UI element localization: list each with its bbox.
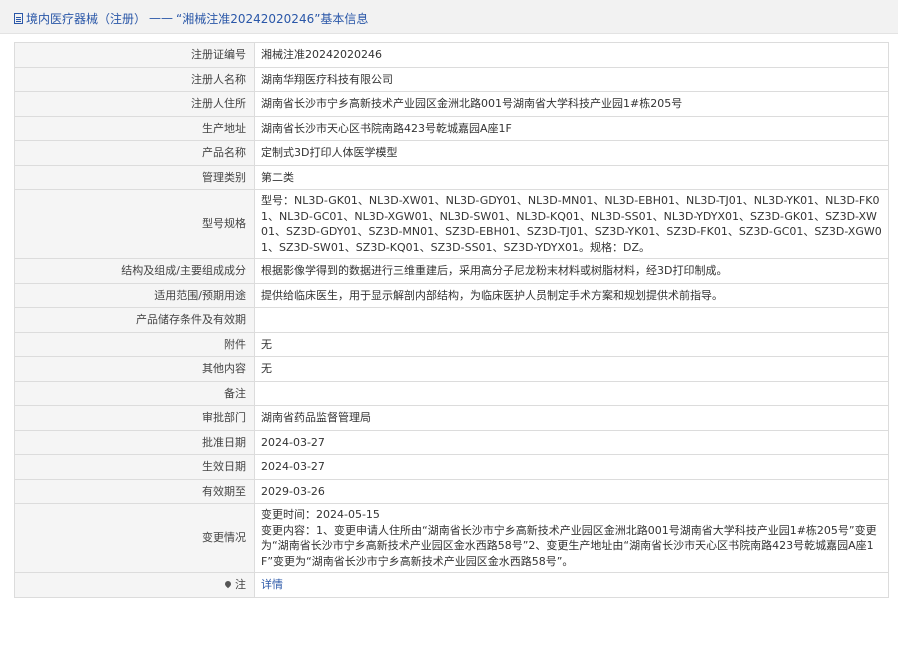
info-row: 注册人住所 湖南省长沙市宁乡高新技术产业园区金洲北路001号湖南省大学科技产业园…: [14, 91, 889, 117]
breadcrumb-root-link[interactable]: 境内医疗器械（注册）: [26, 10, 146, 27]
info-row: 有效期至 2029-03-26: [14, 478, 889, 504]
field-value: 无: [254, 331, 889, 357]
detail-link[interactable]: 详情: [261, 578, 283, 591]
field-label: 产品名称: [14, 140, 255, 166]
field-label: 批准日期: [14, 429, 255, 455]
info-row: 批准日期 2024-03-27: [14, 429, 889, 455]
info-row: 备注: [14, 380, 889, 406]
field-label: 审批部门: [14, 405, 255, 431]
field-label: 注册人名称: [14, 66, 255, 92]
field-value: 无: [254, 356, 889, 382]
pin-icon: [223, 579, 233, 589]
breadcrumb-separator: ——: [149, 11, 174, 25]
field-label: 生效日期: [14, 454, 255, 480]
field-value: 湖南省长沙市宁乡高新技术产业园区金洲北路001号湖南省大学科技产业园1#栋205…: [254, 91, 889, 117]
change-value: 变更时间：2024-05-15 变更内容：1、变更申请人住所由“湖南省长沙市宁乡高…: [254, 503, 889, 573]
field-value: [254, 380, 889, 406]
document-icon: [14, 12, 23, 24]
info-row: 审批部门 湖南省药品监督管理局: [14, 405, 889, 431]
info-row: 结构及组成/主要组成成分 根据影像学得到的数据进行三维重建后，采用高分子尼龙粉末…: [14, 258, 889, 284]
note-row: 注 详情: [14, 572, 889, 598]
field-label: 注册证编号: [14, 42, 255, 68]
field-value: 湘械注准20242020246: [254, 42, 889, 68]
field-label: 生产地址: [14, 115, 255, 141]
info-row: 生效日期 2024-03-27: [14, 454, 889, 480]
page-title: “湘械注准20242020246”基本信息: [176, 11, 369, 26]
note-label: 注: [235, 578, 246, 591]
note-value: 详情: [254, 572, 889, 598]
field-value: 2024-03-27: [254, 429, 889, 455]
field-value: 湖南华翔医疗科技有限公司: [254, 66, 889, 92]
field-value: 2029-03-26: [254, 478, 889, 504]
info-row: 产品储存条件及有效期: [14, 307, 889, 333]
field-value: 提供给临床医生，用于显示解剖内部结构，为临床医护人员制定手术方案和规划提供术前指…: [254, 282, 889, 308]
field-label: 管理类别: [14, 164, 255, 190]
field-label: 适用范围/预期用途: [14, 282, 255, 308]
field-value: 湖南省长沙市天心区书院南路423号乾城嘉园A座1F: [254, 115, 889, 141]
field-label: 其他内容: [14, 356, 255, 382]
info-row: 适用范围/预期用途 提供给临床医生，用于显示解剖内部结构，为临床医护人员制定手术…: [14, 282, 889, 308]
page-header: 境内医疗器械（注册） —— “湘械注准20242020246”基本信息: [0, 0, 898, 34]
info-row: 产品名称 定制式3D打印人体医学模型: [14, 140, 889, 166]
change-time: 变更时间：2024-05-15: [261, 508, 380, 521]
field-value: 2024-03-27: [254, 454, 889, 480]
info-row: 型号规格 型号：NL3D-GK01、NL3D-XW01、NL3D-GDY01、N…: [14, 189, 889, 259]
info-row: 注册证编号 湘械注准20242020246: [14, 42, 889, 68]
field-value: [254, 307, 889, 333]
change-label: 变更情况: [14, 503, 255, 573]
field-label: 结构及组成/主要组成成分: [14, 258, 255, 284]
field-label: 型号规格: [14, 189, 255, 259]
breadcrumb: 境内医疗器械（注册） —— “湘械注准20242020246”基本信息: [14, 10, 368, 26]
field-label: 注册人住所: [14, 91, 255, 117]
info-row: 附件 无: [14, 331, 889, 357]
field-value: 湖南省药品监督管理局: [254, 405, 889, 431]
info-row: 注册人名称 湖南华翔医疗科技有限公司: [14, 66, 889, 92]
field-value: 第二类: [254, 164, 889, 190]
info-row: 生产地址 湖南省长沙市天心区书院南路423号乾城嘉园A座1F: [14, 115, 889, 141]
field-label: 有效期至: [14, 478, 255, 504]
field-value: 定制式3D打印人体医学模型: [254, 140, 889, 166]
change-row: 变更情况 变更时间：2024-05-15 变更内容：1、变更申请人住所由“湖南省长沙…: [14, 503, 889, 573]
field-label: 附件: [14, 331, 255, 357]
field-value: 根据影像学得到的数据进行三维重建后，采用高分子尼龙粉末材料或树脂材料，经3D打印…: [254, 258, 889, 284]
field-value: 型号：NL3D-GK01、NL3D-XW01、NL3D-GDY01、NL3D-M…: [254, 189, 889, 259]
note-label-cell: 注: [14, 572, 255, 598]
field-label: 备注: [14, 380, 255, 406]
device-info-table: 注册证编号 湘械注准20242020246 注册人名称 湖南华翔医疗科技有限公司…: [14, 42, 889, 598]
field-label: 产品储存条件及有效期: [14, 307, 255, 333]
info-row: 管理类别 第二类: [14, 164, 889, 190]
change-content: 变更内容：1、变更申请人住所由“湖南省长沙市宁乡高新技术产业园区金洲北路001号…: [261, 523, 877, 568]
info-row: 其他内容 无: [14, 356, 889, 382]
